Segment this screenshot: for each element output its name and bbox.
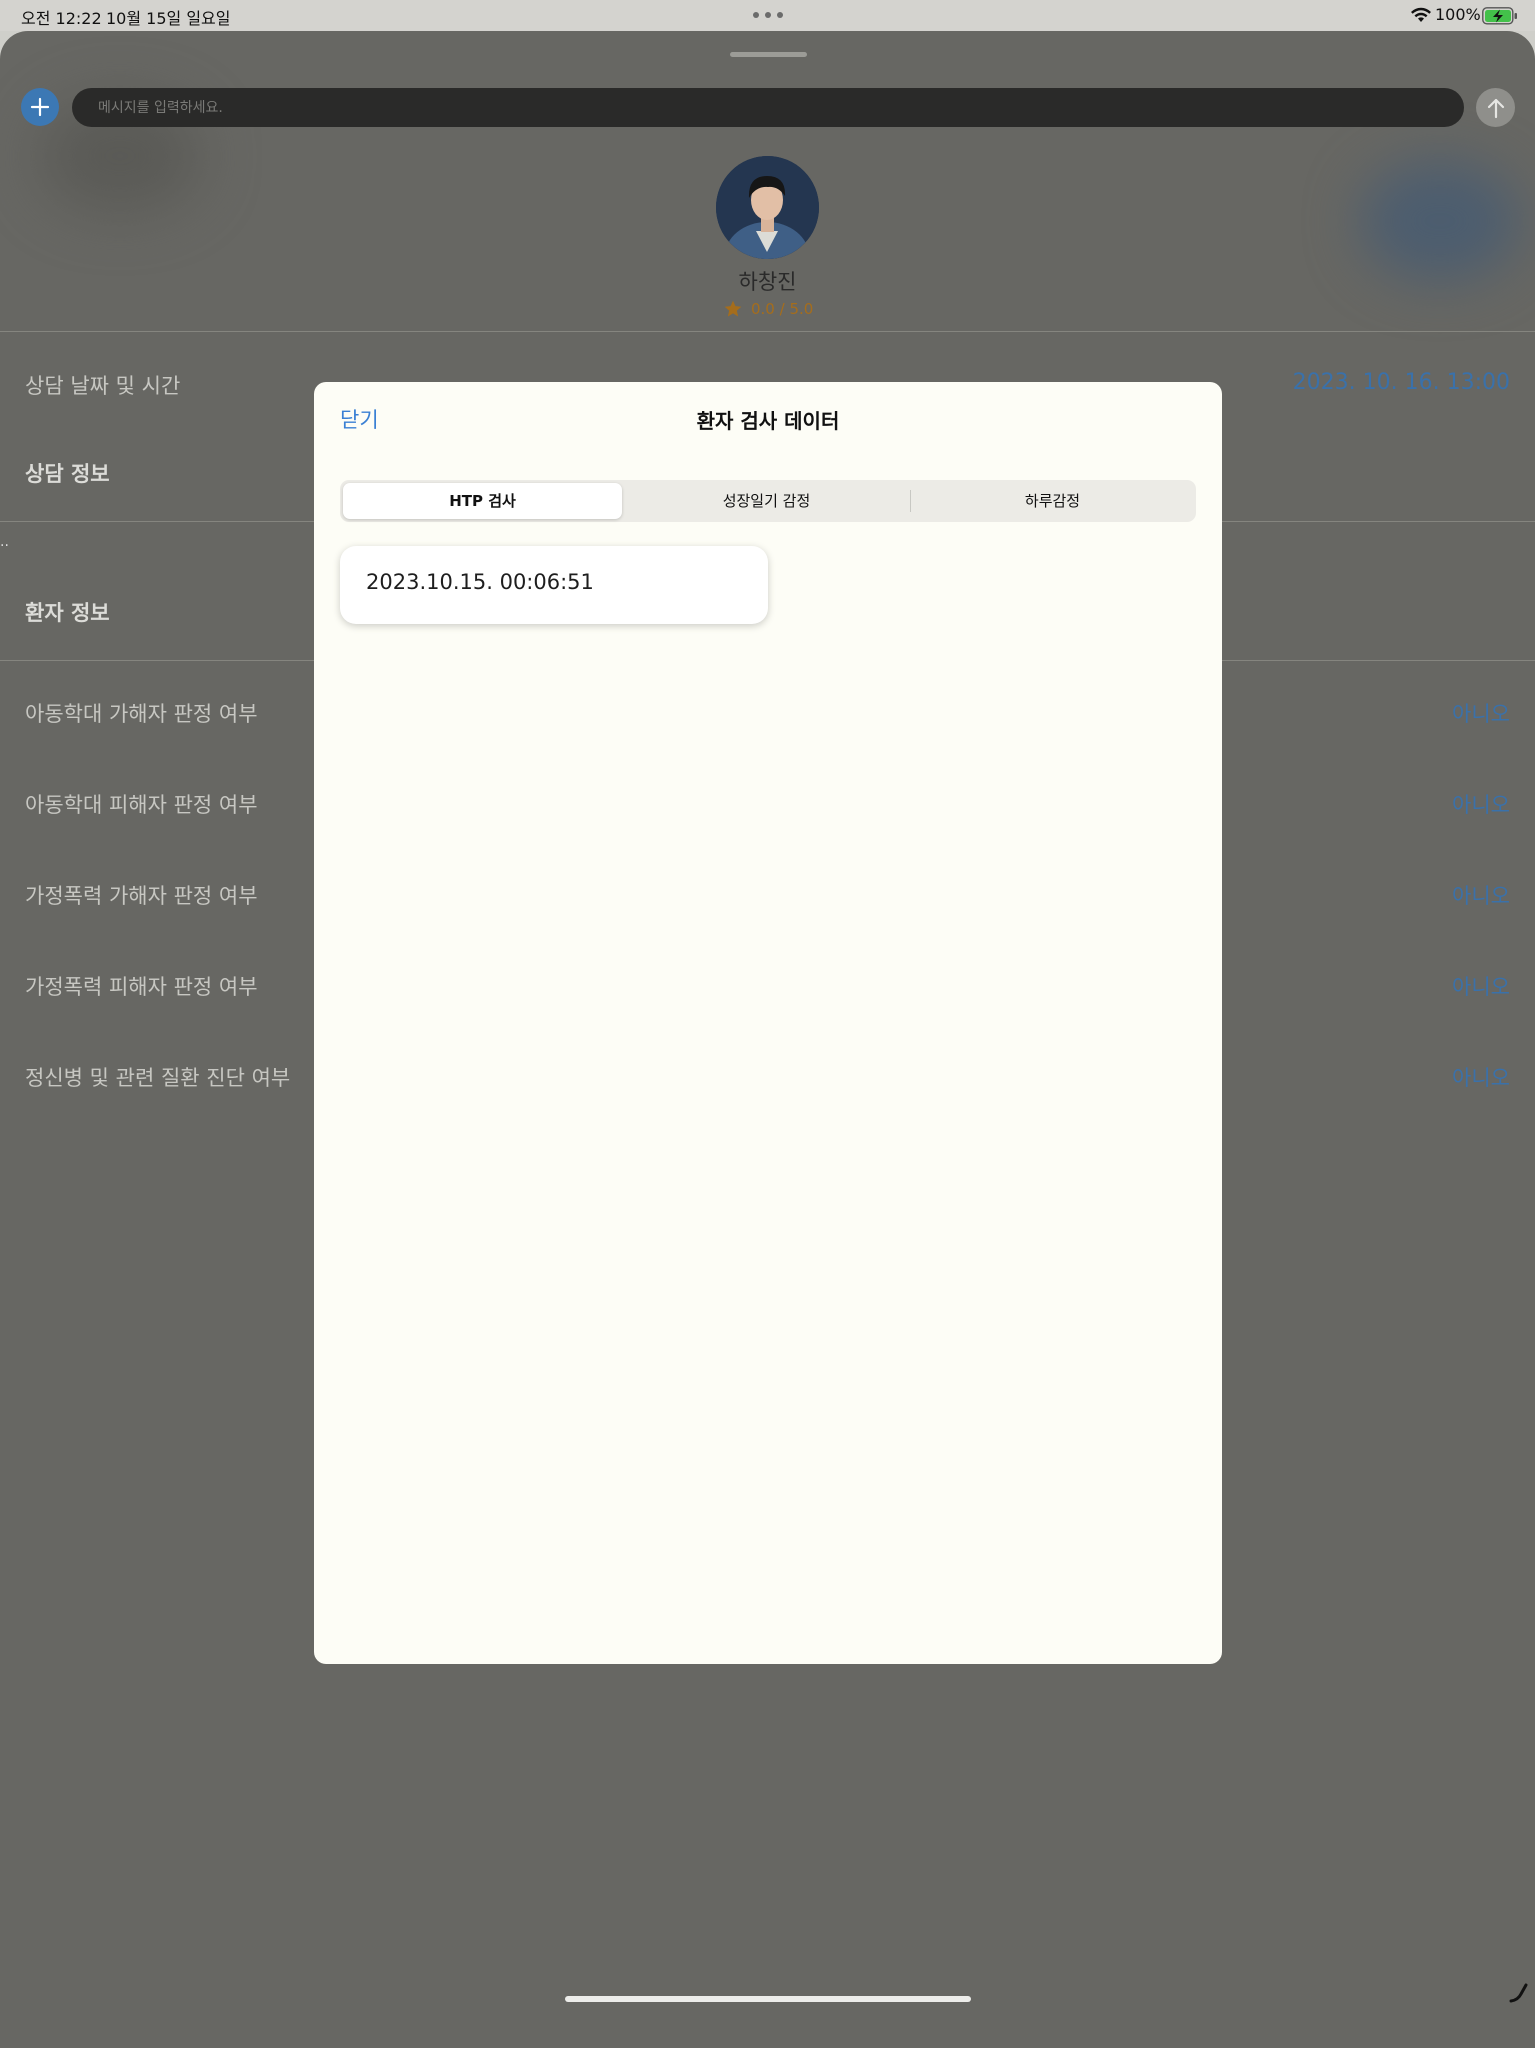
test-type-segmented-control: HTP 검사 성장일기 감정 하루감정 <box>340 480 1196 522</box>
ellipsis-icon: ·· <box>0 538 9 554</box>
consult-datetime-value: 2023. 10. 16. 13:00 <box>1292 370 1510 395</box>
battery-charging-icon <box>1482 7 1517 25</box>
tab-growth-diary-emotion[interactable]: 성장일기 감정 <box>625 483 908 519</box>
wifi-icon <box>1411 7 1431 22</box>
tab-daily-emotion[interactable]: 하루감정 <box>912 483 1193 519</box>
star-icon <box>724 300 742 317</box>
consult-info-title: 상담 정보 <box>25 462 110 486</box>
detail-row-label: 아동학대 피해자 판정 여부 <box>25 793 258 817</box>
background-blur <box>1360 161 1520 281</box>
detail-row-value: 아니오 <box>1452 793 1510 817</box>
rating-value: 0.0 / 5.0 <box>751 300 814 318</box>
test-record-card[interactable]: 2023.10.15. 00:06:51 <box>340 546 768 624</box>
status-time: 오전 12:22 <box>21 9 102 28</box>
modal-title: 환자 검사 데이터 <box>696 409 840 433</box>
battery-percent: 100% <box>1435 5 1481 24</box>
detail-row-label: 가정폭력 피해자 판정 여부 <box>25 975 258 999</box>
plus-icon <box>30 97 50 117</box>
sheet-grabber[interactable] <box>730 52 807 57</box>
test-record-timestamp: 2023.10.15. 00:06:51 <box>366 570 594 594</box>
send-button[interactable] <box>1476 88 1515 127</box>
tab-htp-test[interactable]: HTP 검사 <box>343 483 622 519</box>
detail-row-value: 아니오 <box>1452 975 1510 999</box>
status-bar: 오전 12:22 10월 15일 일요일 100% <box>0 0 1535 31</box>
segment-divider <box>910 490 911 512</box>
detail-row-value: 아니오 <box>1452 884 1510 908</box>
message-input[interactable] <box>72 88 1464 127</box>
pencil-stroke-icon <box>1509 1983 1528 2003</box>
arrow-up-icon <box>1487 98 1504 118</box>
rating: 0.0 / 5.0 <box>723 299 813 319</box>
home-indicator[interactable] <box>565 1996 971 2002</box>
profile-photo <box>716 156 819 259</box>
divider <box>0 331 1535 332</box>
add-attachment-button[interactable] <box>21 88 59 126</box>
avatar <box>716 156 819 259</box>
patient-test-data-modal: 닫기 환자 검사 데이터 HTP 검사 성장일기 감정 하루감정 2023.10… <box>314 382 1222 1664</box>
detail-row-label: 정신병 및 관련 질환 진단 여부 <box>25 1066 291 1090</box>
detail-row-value: 아니오 <box>1452 1066 1510 1090</box>
multitasking-dots-icon[interactable] <box>753 12 783 18</box>
patient-info-title: 환자 정보 <box>25 601 110 625</box>
profile-name: 하창진 <box>738 270 797 294</box>
status-date: 10월 15일 일요일 <box>106 9 231 28</box>
detail-row-label: 아동학대 가해자 판정 여부 <box>25 702 258 726</box>
detail-row-label: 가정폭력 가해자 판정 여부 <box>25 884 258 908</box>
detail-row-value: 아니오 <box>1452 702 1510 726</box>
consult-datetime-label: 상담 날짜 및 시간 <box>25 374 181 398</box>
